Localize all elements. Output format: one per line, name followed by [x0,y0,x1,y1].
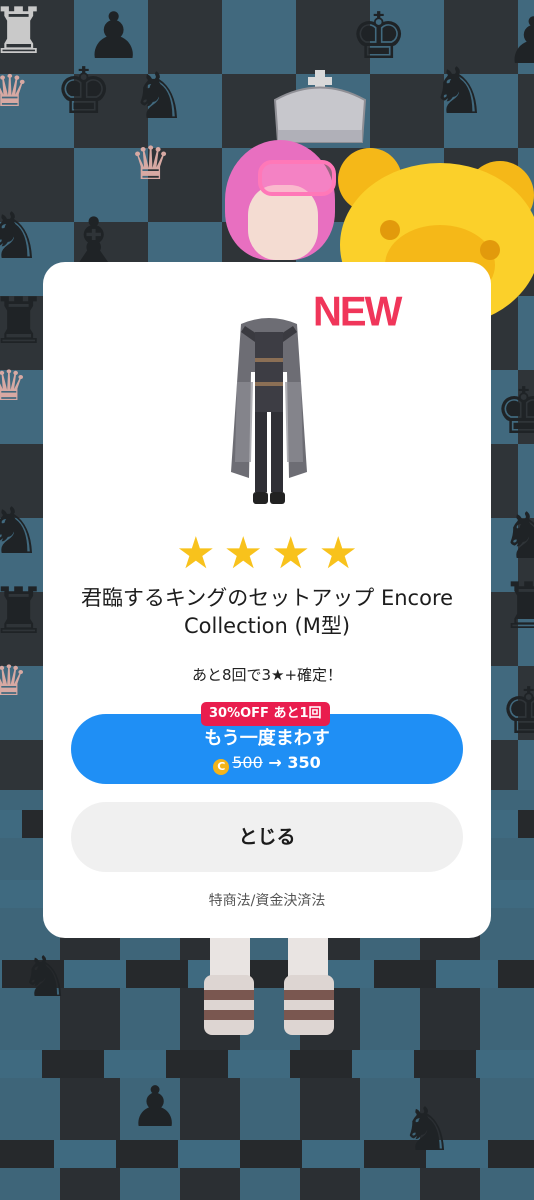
price-row: C 500 → 350 [71,753,463,775]
floor-row [0,1050,534,1078]
crown-icon: ♛ [130,136,172,190]
coin-icon: C [213,759,230,775]
close-button[interactable]: とじる [71,802,463,872]
character-face [248,185,318,260]
outfit-preview-image [231,318,307,504]
star-icon: ★ [318,528,358,579]
character-legs [204,935,334,1035]
knight-icon: ♞ [130,60,188,134]
knight-icon: ♞ [500,500,534,574]
king-icon: ♚ [495,375,534,449]
star-icon: ★ [271,528,311,579]
knight-icon: ♞ [0,200,43,274]
knight-icon: ♞ [20,945,71,1010]
crown-icon: ♛ [0,66,30,117]
old-price: 500 [232,753,263,772]
rook-icon: ♜ [0,575,48,649]
crown-icon: ♛ [0,361,28,410]
king-icon: ♚ [55,55,113,129]
pink-glasses [258,160,336,196]
rarity-stars: ★ ★ ★ ★ [43,532,491,576]
rook-icon: ♜ [500,570,534,644]
knight-icon: ♞ [430,55,488,129]
knight-icon: ♞ [0,495,43,569]
rook-icon: ♜ [0,0,48,69]
discount-badge: 30%OFF あと1回 [201,702,330,726]
knight-icon: ♞ [400,1095,454,1165]
new-price: 350 [287,753,321,772]
new-badge: NEW [313,288,402,336]
crown-icon: ♛ [0,656,28,705]
guarantee-text: あと8回で3★+確定！ [191,666,343,684]
pawn-icon: ♟ [130,1075,181,1140]
legal-link[interactable]: 特商法/資金決済法 [43,890,491,910]
star-icon: ★ [176,528,216,579]
star-icon: ★ [223,528,263,579]
spin-again-label: もう一度まわす [204,728,330,749]
gacha-result-modal: NEW ★ ★ ★ ★ 君臨するキングのセットアップ Encore Collectio… [43,262,491,938]
king-icon: ♚ [350,0,408,74]
item-name: 君臨するキングのセットアップ Encore Collection (M型) [80,586,454,638]
king-icon: ♚ [500,675,534,749]
pawn-icon: ♟ [505,5,534,79]
floor-row [0,1140,534,1168]
crown-icon [273,70,367,143]
arrow-icon: → [268,753,282,772]
rook-icon: ♜ [0,285,48,359]
